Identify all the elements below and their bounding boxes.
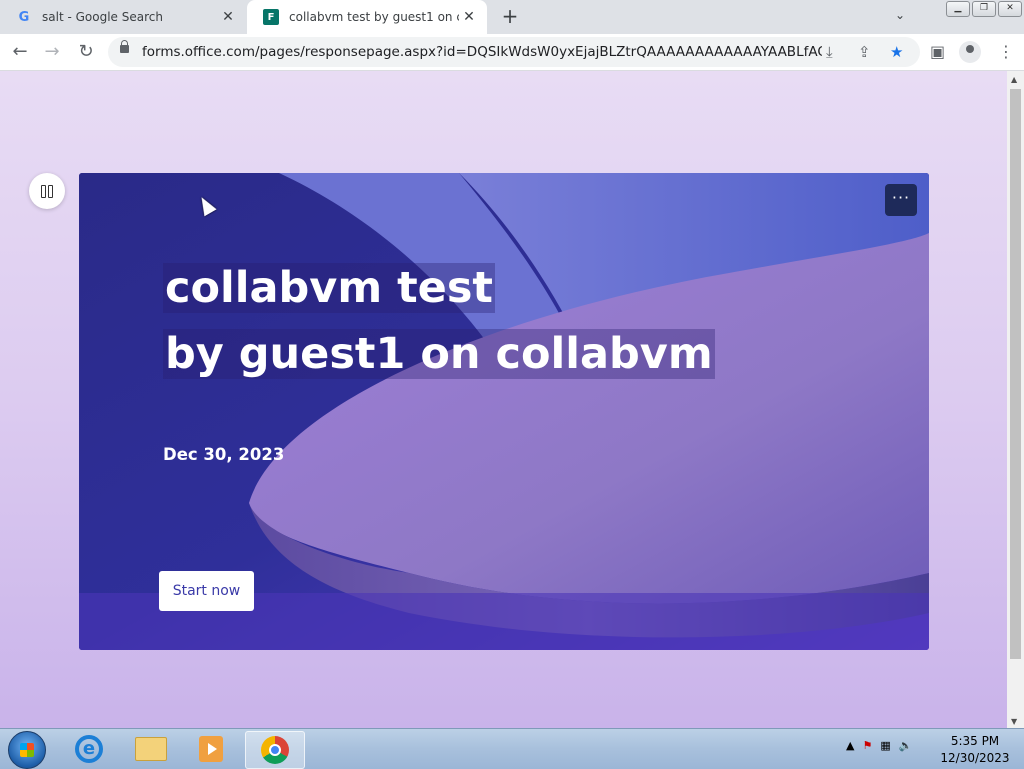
system-tray: ▲ ⚑ ▦ 🔈 [846, 739, 912, 752]
form-header-card: ··· collabvm test by guest1 on collabvm … [79, 173, 929, 650]
taskbar: e ▲ ⚑ ▦ 🔈 5:35 PM 12/30/2023 [0, 728, 1024, 769]
taskbar-file-explorer[interactable] [122, 731, 180, 767]
sidepanel-icon[interactable]: ▣ [930, 42, 945, 61]
minimize-button[interactable]: ▁ [946, 1, 970, 17]
action-center-icon[interactable]: ⚑ [862, 739, 872, 752]
media-player-icon [199, 736, 223, 762]
tab-google-search[interactable]: G salt - Google Search ✕ [0, 0, 246, 34]
scroll-down-icon[interactable]: ▼ [1011, 717, 1017, 726]
internet-explorer-icon: e [75, 735, 103, 763]
folder-icon [135, 737, 167, 761]
forward-icon[interactable]: → [40, 40, 64, 64]
scrollbar[interactable]: ▲ ▼ [1007, 71, 1024, 728]
form-date: Dec 30, 2023 [163, 445, 285, 464]
tab-title: salt - Google Search [42, 10, 163, 24]
back-icon[interactable]: ← [8, 40, 32, 64]
url-text[interactable]: forms.office.com/pages/responsepage.aspx… [142, 44, 822, 60]
close-window-button[interactable]: ✕ [998, 1, 1022, 17]
form-title: collabvm test by guest1 on collabvm [163, 255, 715, 387]
pause-icon [41, 184, 46, 198]
forms-favicon-icon: F [263, 9, 279, 25]
share-icon[interactable]: ⇪ [858, 43, 871, 61]
scroll-up-icon[interactable]: ▲ [1011, 75, 1017, 84]
profile-icon[interactable] [959, 41, 981, 63]
tab-forms[interactable]: F collabvm test by guest1 on collab ✕ [247, 0, 487, 34]
chrome-icon [261, 736, 289, 764]
tab-title: collabvm test by guest1 on collab [289, 10, 459, 24]
reload-icon[interactable]: ↻ [74, 40, 98, 64]
more-options-button[interactable]: ··· [885, 184, 917, 216]
clock[interactable]: 5:35 PM 12/30/2023 [940, 733, 1010, 767]
download-icon[interactable]: ⤓ [826, 43, 833, 61]
form-title-line1: collabvm test [163, 263, 495, 313]
clock-time: 5:35 PM [950, 734, 1000, 748]
close-icon[interactable]: ✕ [459, 9, 479, 25]
page-content: ··· collabvm test by guest1 on collabvm … [0, 71, 1007, 728]
star-icon[interactable]: ★ [890, 43, 903, 61]
taskbar-chrome[interactable] [245, 731, 305, 769]
google-favicon-icon: G [18, 9, 30, 25]
taskbar-media-player[interactable] [182, 731, 240, 767]
pause-button[interactable] [29, 173, 65, 209]
chevron-down-icon[interactable]: ⌄ [895, 8, 905, 22]
tray-expand-icon[interactable]: ▲ [846, 739, 854, 752]
network-icon[interactable]: ▦ [880, 739, 890, 752]
address-bar[interactable]: forms.office.com/pages/responsepage.aspx… [108, 37, 920, 67]
volume-icon[interactable]: 🔈 [899, 739, 913, 752]
window-controls: ▁ ❐ ✕ [946, 1, 1022, 17]
restore-button[interactable]: ❐ [972, 1, 996, 17]
lock-icon[interactable] [120, 40, 129, 53]
scrollbar-thumb[interactable] [1010, 89, 1021, 659]
menu-icon[interactable]: ⋮ [998, 42, 1014, 61]
new-tab-button[interactable]: + [498, 4, 522, 28]
taskbar-internet-explorer[interactable]: e [60, 731, 118, 767]
start-button[interactable] [8, 731, 46, 769]
close-icon[interactable]: ✕ [218, 9, 238, 25]
tab-strip: G salt - Google Search ✕ F collabvm test… [0, 0, 1024, 34]
clock-date: 12/30/2023 [940, 751, 1010, 765]
form-title-line2: by guest1 on collabvm [163, 329, 715, 379]
start-now-button[interactable]: Start now [159, 571, 254, 611]
browser-toolbar: ← → ↻ forms.office.com/pages/responsepag… [0, 34, 1024, 71]
